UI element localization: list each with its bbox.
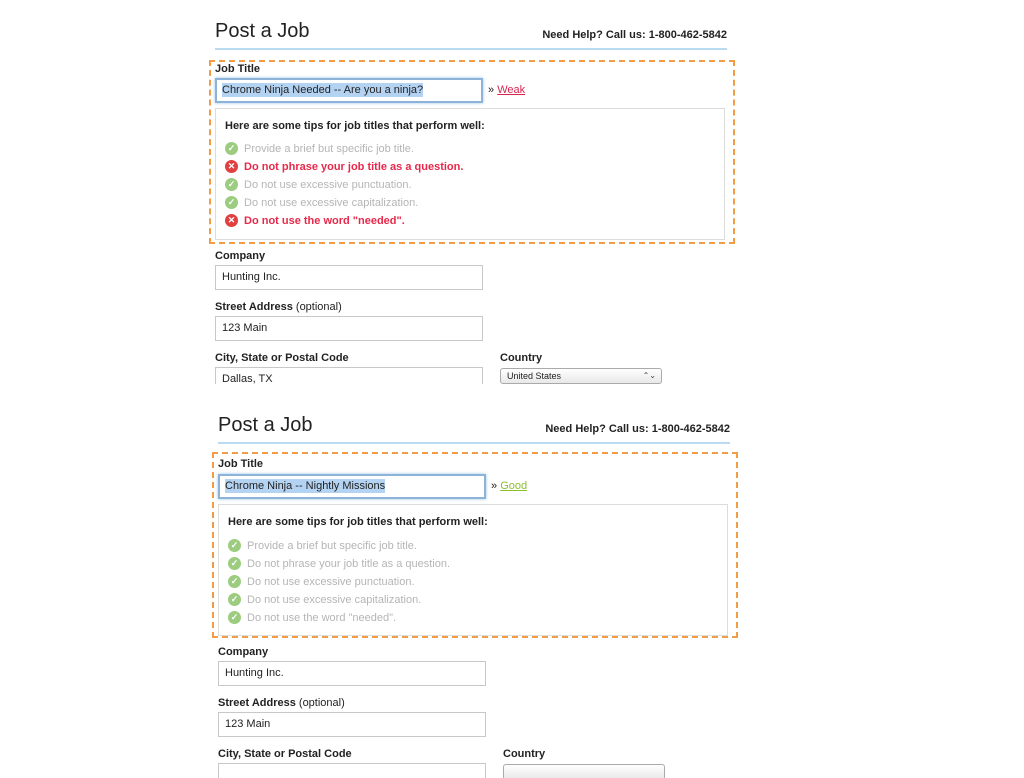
- job-title-label: Job Title: [218, 458, 264, 470]
- street-address-label: Street Address (optional): [215, 301, 342, 313]
- tip-text: Do not phrase your job title as a questi…: [244, 161, 464, 173]
- post-job-form: Post a Job Need Help? Call us: 1-800-462…: [212, 394, 739, 778]
- strength-value[interactable]: Good: [500, 480, 527, 492]
- tips-box: Here are some tips for job titles that p…: [218, 504, 728, 636]
- check-circle-icon: ✓: [225, 178, 238, 191]
- country-select[interactable]: [503, 764, 665, 778]
- tip-text: Do not use excessive punctuation.: [247, 576, 415, 588]
- job-title-input[interactable]: Chrome Ninja -- Nightly Missions: [218, 474, 486, 499]
- city-label: City, State or Postal Code: [215, 352, 349, 364]
- tip-text: Provide a brief but specific job title.: [247, 540, 417, 552]
- job-title-label: Job Title: [215, 63, 261, 75]
- tips-heading: Here are some tips for job titles that p…: [228, 516, 488, 528]
- check-circle-icon: ✓: [228, 593, 241, 606]
- tip-text: Do not use excessive capitalization.: [244, 197, 419, 209]
- tip-text: Do not use excessive capitalization.: [247, 594, 422, 606]
- help-phone-text: Need Help? Call us: 1-800-462-5842: [542, 29, 727, 41]
- tip-text: Do not use excessive punctuation.: [244, 179, 412, 191]
- strength-value[interactable]: Weak: [497, 84, 525, 96]
- check-circle-icon: ✓: [225, 142, 238, 155]
- panel-after: Post a Job Need Help? Call us: 1-800-462…: [0, 394, 1024, 778]
- job-title-value: Chrome Ninja -- Nightly Missions: [225, 479, 386, 493]
- post-job-form: Post a Job Need Help? Call us: 1-800-462…: [209, 0, 736, 384]
- job-title-section: Job Title Chrome Ninja Needed -- Are you…: [209, 60, 735, 244]
- page-header: Post a Job Need Help? Call us: 1-800-462…: [218, 414, 730, 444]
- country-label: Country: [500, 352, 543, 364]
- page-title: Post a Job: [215, 20, 310, 42]
- page-title: Post a Job: [218, 414, 313, 436]
- title-strength-indicator: » Weak: [488, 84, 525, 96]
- panel-before: Post a Job Need Help? Call us: 1-800-462…: [0, 0, 1024, 384]
- select-arrows-icon: ⌃⌄: [642, 371, 656, 380]
- country-select-value: United States: [507, 371, 562, 381]
- street-address-label: Street Address (optional): [218, 697, 345, 709]
- company-label: Company: [215, 250, 266, 262]
- company-label: Company: [218, 646, 269, 658]
- check-circle-icon: ✓: [228, 557, 241, 570]
- strength-prefix: »: [488, 84, 495, 96]
- page-header: Post a Job Need Help? Call us: 1-800-462…: [215, 20, 727, 50]
- check-circle-icon: ✓: [228, 611, 241, 624]
- street-address-label-text: Street Address: [215, 301, 293, 313]
- company-input[interactable]: Hunting Inc.: [215, 265, 483, 290]
- city-label: City, State or Postal Code: [218, 748, 352, 760]
- street-address-input[interactable]: 123 Main: [215, 316, 483, 341]
- tip-text: Do not use the word "needed".: [247, 612, 397, 624]
- strength-prefix: »: [491, 480, 498, 492]
- title-strength-indicator: » Good: [491, 480, 527, 492]
- tip-text: Do not use the word "needed".: [244, 215, 405, 227]
- tip-text: Do not phrase your job title as a questi…: [247, 558, 451, 570]
- tips-heading: Here are some tips for job titles that p…: [225, 120, 485, 132]
- city-input[interactable]: Dallas, TX: [215, 367, 483, 384]
- city-input[interactable]: [218, 763, 486, 778]
- job-title-input[interactable]: Chrome Ninja Needed -- Are you a ninja?: [215, 78, 483, 103]
- street-address-input[interactable]: 123 Main: [218, 712, 486, 737]
- x-circle-icon: ✕: [225, 214, 238, 227]
- x-circle-icon: ✕: [225, 160, 238, 173]
- street-address-label-text: Street Address: [218, 697, 296, 709]
- check-circle-icon: ✓: [225, 196, 238, 209]
- check-circle-icon: ✓: [228, 539, 241, 552]
- help-phone-text: Need Help? Call us: 1-800-462-5842: [545, 423, 730, 435]
- job-title-value: Chrome Ninja Needed -- Are you a ninja?: [222, 83, 424, 97]
- job-title-section: Job Title Chrome Ninja -- Nightly Missio…: [212, 452, 738, 638]
- tips-box: Here are some tips for job titles that p…: [215, 108, 725, 240]
- optional-hint: (optional): [295, 301, 342, 313]
- tip-text: Provide a brief but specific job title.: [244, 143, 414, 155]
- company-input[interactable]: Hunting Inc.: [218, 661, 486, 686]
- country-select[interactable]: United States ⌃⌄: [500, 368, 662, 384]
- optional-hint: (optional): [298, 697, 345, 709]
- check-circle-icon: ✓: [228, 575, 241, 588]
- country-label: Country: [503, 748, 546, 760]
